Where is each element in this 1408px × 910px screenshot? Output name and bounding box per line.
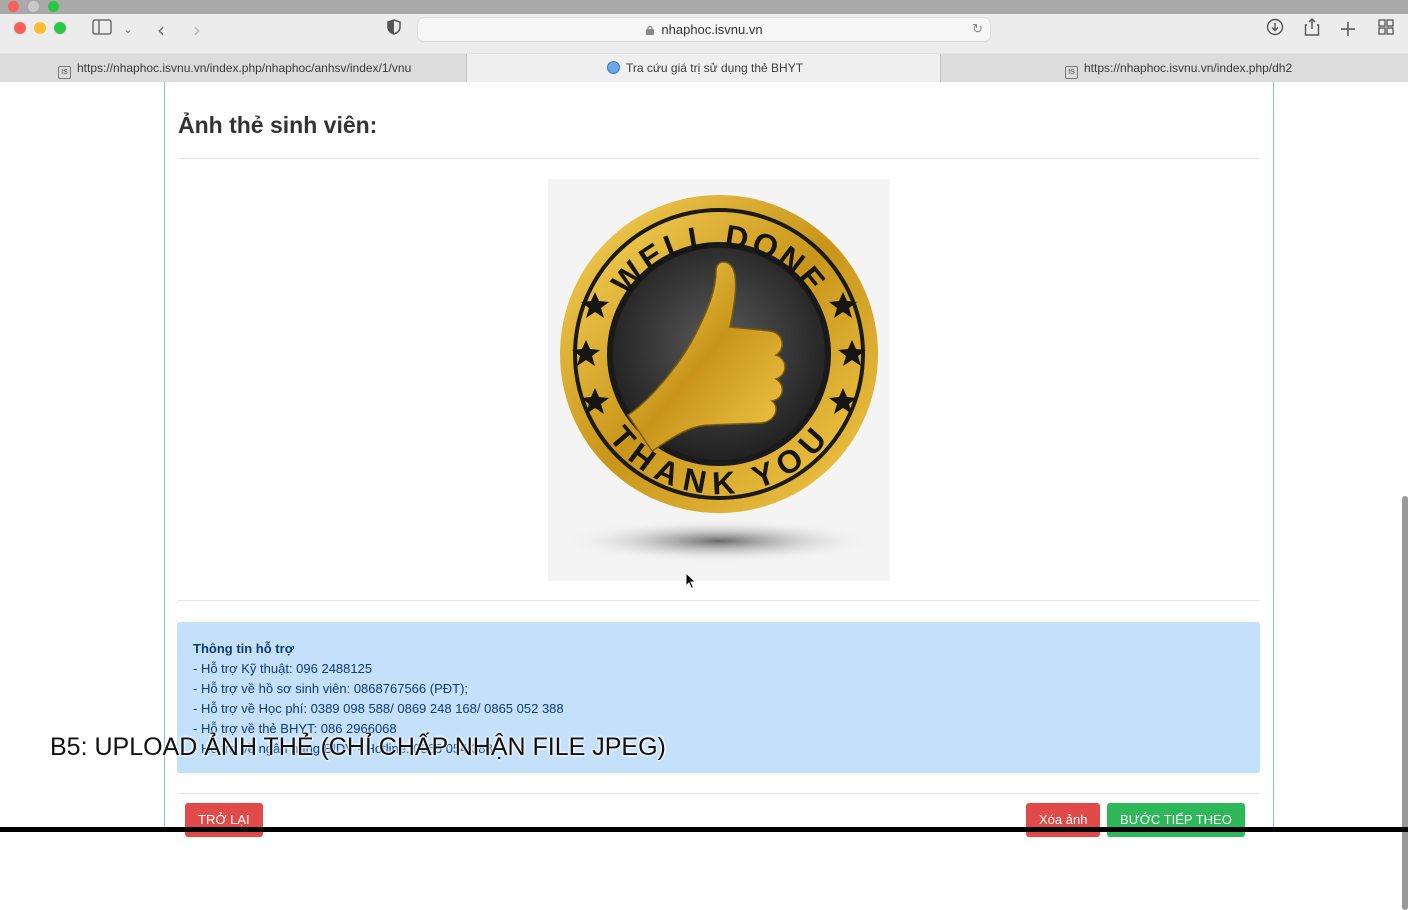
page-viewport: Ảnh thẻ sinh viên: WELL DONE THANK YOU T…	[0, 82, 1408, 910]
new-tab-icon[interactable]: +	[1336, 18, 1360, 42]
globe-favicon-icon	[607, 61, 620, 74]
uploaded-student-photo: WELL DONE THANK YOU	[548, 179, 890, 581]
tab-label: https://nhaphoc.isvnu.vn/index.php/dh2	[1084, 61, 1293, 75]
support-line-technical: - Hỗ trợ Kỹ thuật: 096 2488125	[193, 661, 373, 676]
chevron-down-icon[interactable]: ⌄	[116, 18, 140, 42]
site-favicon-icon: IS	[58, 66, 71, 79]
address-text: nhaphoc.isvnu.vn	[661, 22, 763, 37]
medal-shadow	[561, 519, 877, 563]
back-arrow-icon[interactable]: ‹	[149, 18, 173, 42]
window-titlebar	[0, 0, 1408, 14]
address-bar[interactable]: nhaphoc.isvnu.vn ↻	[417, 17, 991, 42]
divider	[177, 600, 1260, 601]
minimize-button[interactable]	[34, 22, 46, 34]
support-line-records: - Hỗ trợ về hồ sơ sinh viên: 0868767566 …	[193, 681, 469, 696]
mouse-cursor-icon	[685, 572, 697, 590]
minimize-window-icon[interactable]	[28, 1, 39, 12]
sidebar-toggle-icon[interactable]	[90, 18, 114, 42]
close-button[interactable]	[14, 22, 26, 34]
tab-label: https://nhaphoc.isvnu.vn/index.php/nhaph…	[77, 61, 412, 75]
forward-arrow-icon[interactable]: ›	[185, 18, 209, 42]
video-caption: B5: UPLOAD ẢNH THẺ (CHỈ CHẤP NHẬN FILE J…	[50, 733, 666, 761]
content-panel: Ảnh thẻ sinh viên: WELL DONE THANK YOU T…	[164, 82, 1274, 837]
tab-dh2[interactable]: IS https://nhaphoc.isvnu.vn/index.php/dh2	[940, 54, 1408, 82]
lock-icon	[646, 25, 655, 35]
divider	[177, 793, 1260, 794]
vertical-scrollbar[interactable]	[1402, 496, 1408, 910]
reload-icon[interactable]: ↻	[972, 18, 983, 41]
tab-bar: IS https://nhaphoc.isvnu.vn/index.php/nha…	[0, 54, 1408, 82]
tab-bhyt[interactable]: Tra cứu giá trị sử dụng thẻ BHYT	[466, 54, 940, 82]
share-icon[interactable]	[1300, 18, 1324, 42]
site-favicon-icon: IS	[1065, 66, 1078, 79]
page-title: Ảnh thẻ sinh viên:	[178, 112, 378, 138]
divider	[177, 158, 1260, 159]
support-heading: Thông tin hỗ trợ	[193, 641, 294, 656]
browser-toolbar: ⌄ ‹ › nhaphoc.isvnu.vn ↻ +	[0, 14, 1408, 54]
downloads-icon[interactable]	[1263, 18, 1287, 42]
close-window-icon[interactable]	[8, 1, 19, 12]
fullscreen-button[interactable]	[54, 22, 66, 34]
bottom-edge	[0, 827, 1408, 832]
zoom-window-icon[interactable]	[48, 1, 59, 12]
tab-anhsv[interactable]: IS https://nhaphoc.isvnu.vn/index.php/nha…	[48, 54, 466, 82]
tab-overview-icon[interactable]	[1374, 18, 1398, 42]
privacy-shield-icon[interactable]	[382, 18, 406, 42]
support-line-tuition: - Hỗ trợ về Học phí: 0389 098 588/ 0869 …	[193, 701, 564, 716]
tab-label: Tra cứu giá trị sử dụng thẻ BHYT	[626, 61, 804, 75]
